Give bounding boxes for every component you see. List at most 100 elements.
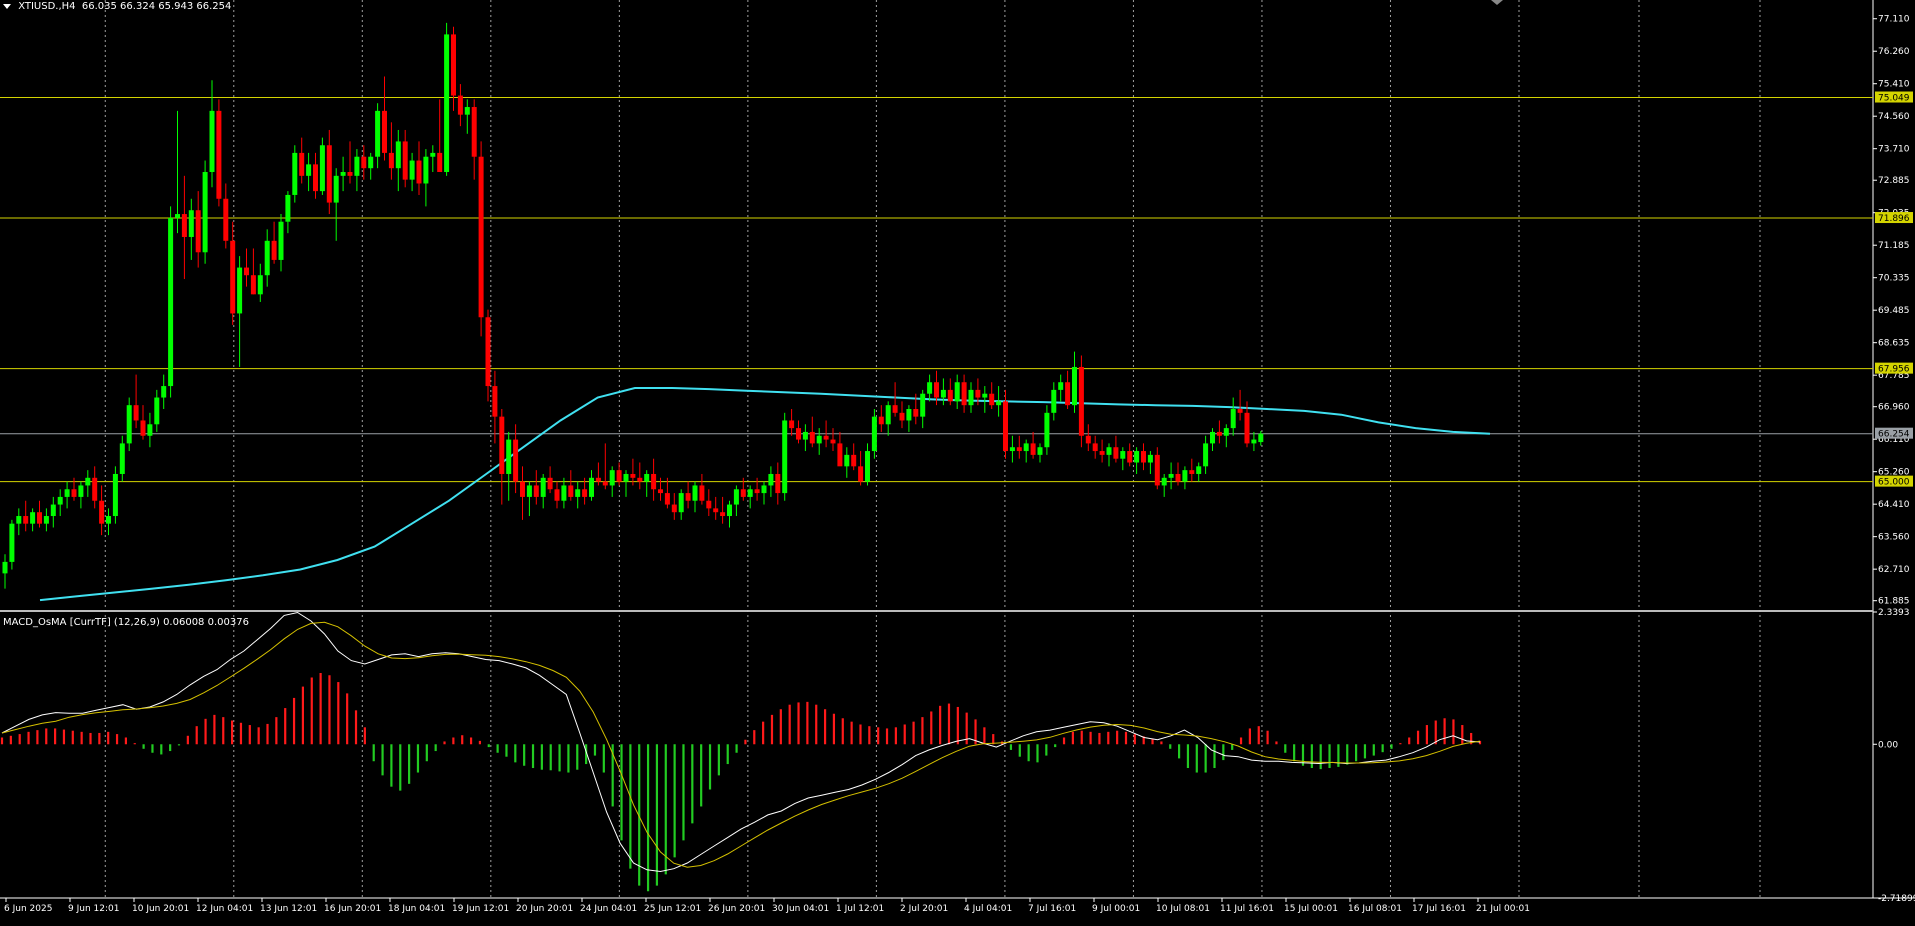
indicator-y-tick-label: 2.3393 — [1878, 608, 1910, 618]
candle-body — [637, 477, 643, 482]
candle-body — [451, 34, 456, 96]
candle-body — [699, 485, 705, 501]
candle-body — [575, 489, 581, 497]
candle-body — [430, 152, 436, 157]
candle-body — [85, 477, 91, 486]
candle-body — [50, 504, 56, 517]
candle-body — [761, 485, 767, 494]
candle-body — [561, 485, 567, 501]
candle-body — [237, 267, 243, 314]
candle-body — [837, 443, 843, 467]
candle-body — [913, 408, 919, 417]
candle-body — [416, 160, 422, 184]
candle-body — [602, 481, 608, 486]
dropdown-triangle-icon[interactable] — [3, 3, 11, 9]
x-tick-label: 21 Jul 00:01 — [1476, 904, 1530, 914]
candle-body — [37, 512, 42, 524]
candle-body — [154, 397, 160, 425]
candle-body — [547, 477, 553, 490]
candle-body — [1030, 443, 1036, 455]
x-tick-label: 26 Jun 20:01 — [708, 904, 765, 914]
candle-body — [223, 198, 229, 241]
candle-body — [133, 405, 139, 421]
candle-body — [809, 431, 815, 444]
candle-body — [409, 160, 415, 180]
symbol-label: XTIUSD.,H4 — [18, 1, 76, 12]
candle-body — [658, 489, 663, 494]
x-tick-label: 20 Jun 20:01 — [516, 904, 573, 914]
candle-body — [78, 485, 84, 497]
indicator-y-tick-label: 0.00 — [1878, 740, 1898, 750]
y-tick-label: 71.185 — [1878, 241, 1910, 251]
y-tick-label: 63.560 — [1878, 533, 1910, 543]
y-tick-label: 75.410 — [1878, 80, 1910, 90]
candle-body — [161, 386, 167, 398]
candle-body — [319, 145, 325, 192]
candle-body — [554, 489, 560, 501]
candle-body — [1127, 451, 1133, 463]
candle-body — [292, 152, 298, 195]
candle-body — [713, 508, 719, 513]
candle-body — [437, 152, 443, 173]
candle-body — [1141, 451, 1146, 463]
x-tick-label: 1 Jul 12:01 — [836, 904, 884, 914]
y-tick-label: 77.110 — [1878, 15, 1910, 25]
candle-body — [685, 493, 691, 501]
y-tick-label: 68.635 — [1878, 339, 1910, 349]
x-tick-label: 24 Jun 04:01 — [580, 904, 637, 914]
candle-body — [354, 156, 360, 176]
trading-chart[interactable]: 6 Jun 2025 9 Jun 12:01 10 Jun 20:01 12 Jun … — [0, 0, 1915, 922]
x-tick-label: 10 Jun 20:01 — [132, 904, 189, 914]
candle-body — [747, 489, 753, 497]
candle-body — [333, 175, 339, 203]
candle-body — [1189, 470, 1195, 474]
candle-body — [520, 481, 525, 497]
candle-body — [306, 164, 312, 176]
candle-body — [1244, 412, 1250, 444]
candle-body — [388, 152, 394, 169]
candle-body — [506, 439, 512, 474]
candle-body — [782, 420, 788, 494]
candle-body — [796, 428, 801, 440]
candle-body — [216, 110, 222, 199]
candle-body — [195, 210, 201, 253]
candle-body — [1134, 451, 1140, 463]
y-tick-label: 74.560 — [1878, 112, 1910, 122]
candle-body — [499, 416, 505, 474]
x-tick-label: 10 Jul 08:01 — [1156, 904, 1210, 914]
candle-body — [423, 156, 429, 184]
candle-body — [816, 435, 822, 444]
candle-body — [865, 451, 870, 482]
level-price-label: 67.956 — [1878, 365, 1910, 375]
indicator-y-tick-label: -2.71899 — [1878, 894, 1915, 904]
candle-body — [147, 424, 153, 436]
candle-body — [858, 466, 864, 482]
candle-body — [1065, 382, 1071, 406]
y-tick-label: 73.710 — [1878, 145, 1910, 155]
candle-body — [940, 389, 946, 398]
candle-body — [1182, 470, 1188, 482]
x-tick-label: 18 Jun 04:01 — [388, 904, 445, 914]
candle-body — [1251, 439, 1257, 444]
candle-body — [533, 485, 539, 497]
candle-body — [802, 431, 808, 440]
candle-body — [181, 214, 187, 237]
candle-body — [209, 110, 215, 173]
candle-body — [961, 382, 967, 406]
candle-body — [1051, 389, 1057, 413]
chart-canvas[interactable]: 6 Jun 2025 9 Jun 12:01 10 Jun 20:01 12 Jun … — [0, 0, 1915, 922]
candle-body — [513, 439, 519, 482]
candle-body — [934, 382, 939, 398]
candle-body — [954, 382, 960, 402]
candle-body — [202, 172, 208, 253]
candle-body — [43, 516, 49, 524]
candle-body — [92, 477, 98, 501]
candle-body — [250, 275, 256, 295]
candle-body — [885, 405, 891, 425]
candle-body — [623, 473, 629, 482]
candle-body — [1037, 447, 1043, 455]
y-tick-label: 66.960 — [1878, 403, 1910, 413]
candle-body — [444, 34, 450, 173]
candle-body — [1113, 447, 1119, 459]
candle-body — [1175, 473, 1181, 482]
